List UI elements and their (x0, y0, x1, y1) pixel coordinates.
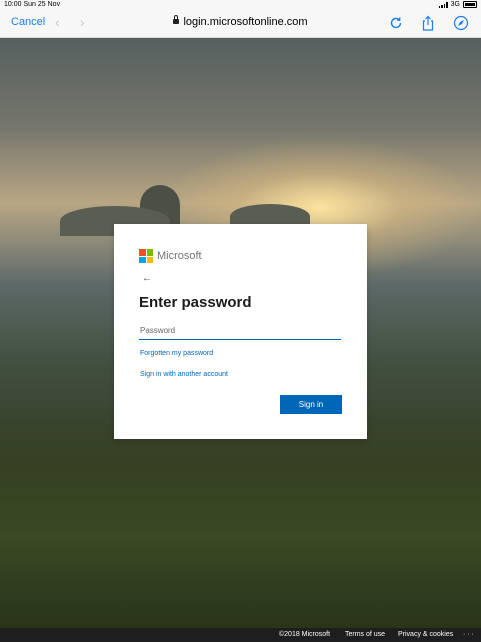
reload-icon[interactable] (388, 15, 404, 31)
forgot-password-link[interactable]: Forgotten my password (140, 350, 213, 357)
status-time: 10:00 Sun 25 Nov (4, 1, 61, 8)
terms-link[interactable]: Terms of use (345, 631, 385, 638)
microsoft-logo: Microsoft (139, 249, 202, 263)
sign-in-card: Microsoft ← Enter password Forgotten my … (114, 224, 367, 439)
other-account-link[interactable]: Sign in with another account (140, 371, 228, 378)
copyright-text: ©2018 Microsoft (279, 631, 331, 638)
browser-nav-bar: Cancel ‹ › login.microsoftonline.com (0, 11, 481, 38)
page-footer: ©2018 Microsoft Terms of use Privacy & c… (0, 628, 481, 642)
status-indicators: 3G (438, 1, 477, 8)
address-bar[interactable]: login.microsoftonline.com (0, 15, 481, 28)
more-options-button[interactable]: · · · (463, 631, 474, 638)
lock-icon (173, 15, 180, 24)
status-bar: 10:00 Sun 25 Nov 3G (0, 0, 481, 11)
url-text: login.microsoftonline.com (183, 16, 308, 28)
microsoft-logo-squares (139, 249, 153, 263)
share-icon[interactable] (420, 15, 436, 31)
page-title: Enter password (139, 294, 252, 311)
privacy-link[interactable]: Privacy & cookies (398, 631, 453, 638)
brand-name: Microsoft (157, 250, 202, 262)
compass-icon[interactable] (453, 15, 469, 31)
battery-icon (463, 1, 477, 8)
back-arrow-icon[interactable]: ← (142, 273, 152, 284)
network-type: 3G (450, 1, 460, 8)
password-input[interactable] (139, 322, 341, 340)
signal-icon (438, 1, 448, 8)
sign-in-button[interactable]: Sign in (280, 395, 342, 414)
